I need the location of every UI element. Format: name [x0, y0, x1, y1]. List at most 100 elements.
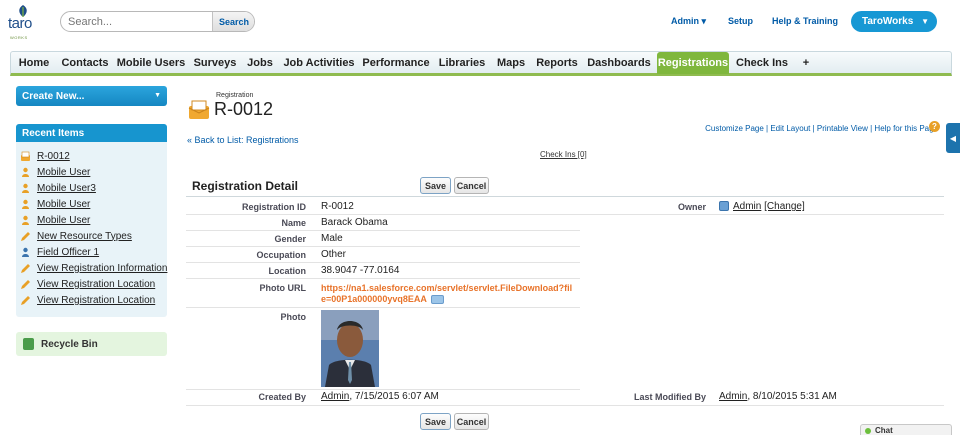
logo-tagline: WORKS: [10, 35, 28, 40]
recycle-bin-icon: [23, 338, 34, 350]
pencil-icon: [20, 231, 31, 242]
recent-item[interactable]: Mobile User3: [20, 181, 96, 195]
tab-add[interactable]: +: [793, 52, 819, 74]
field-label-photo-url: Photo URL: [259, 283, 307, 293]
recent-item-label[interactable]: Mobile User3: [37, 183, 96, 194]
chevron-down-icon: ▼: [154, 92, 161, 99]
recent-item[interactable]: Mobile User: [20, 165, 90, 179]
sidebar-toggle-icon[interactable]: ◀: [946, 123, 960, 153]
owner-link[interactable]: Admin: [733, 201, 761, 212]
recent-item-label[interactable]: View Registration Location: [37, 279, 155, 290]
chat-widget[interactable]: Chat: [860, 424, 952, 435]
related-list-link-check-ins[interactable]: Check Ins [0]: [540, 150, 587, 159]
save-button[interactable]: Save: [420, 177, 451, 194]
portrait-image: [321, 310, 379, 387]
cancel-button-bottom[interactable]: Cancel: [454, 413, 489, 430]
chat-label: Chat: [875, 426, 893, 435]
registration-icon: [20, 151, 31, 162]
chevron-down-icon: ▾: [701, 16, 707, 26]
field-value-gender: Male: [321, 233, 343, 244]
mobile-user-icon: [20, 183, 31, 194]
person-icon: [20, 247, 31, 258]
recent-item-label[interactable]: R-0012: [37, 151, 70, 162]
recent-item-label[interactable]: View Registration Information: [37, 263, 167, 274]
field-value-registration-id: R-0012: [321, 201, 354, 212]
search-input[interactable]: [61, 12, 212, 31]
tab-maps[interactable]: Maps: [491, 52, 531, 74]
tab-libraries[interactable]: Libraries: [433, 52, 491, 74]
recent-item[interactable]: Mobile User: [20, 213, 90, 227]
field-label-gender: Gender: [274, 234, 306, 244]
recycle-bin-link[interactable]: Recycle Bin: [16, 332, 167, 356]
created-by-date: , 7/15/2015 6:07 AM: [349, 391, 439, 402]
field-label-created-by: Created By: [258, 392, 306, 402]
registration-photo: [321, 310, 379, 387]
save-button-bottom[interactable]: Save: [420, 413, 451, 430]
recent-item-label[interactable]: Mobile User: [37, 167, 90, 178]
divider: [186, 196, 944, 197]
field-label-last-modified-by: Last Modified By: [633, 392, 706, 402]
recent-items-panel: Recent Items R-0012 Mobile User Mobile Use…: [16, 124, 167, 317]
tab-performance[interactable]: Performance: [359, 52, 433, 74]
tab-surveys[interactable]: Surveys: [189, 52, 241, 74]
create-new-button[interactable]: Create New... ▼: [16, 86, 167, 106]
taroworks-logo[interactable]: taro WORKS: [8, 4, 38, 42]
recent-item-label[interactable]: Mobile User: [37, 215, 90, 226]
recent-item[interactable]: Field Officer 1: [20, 245, 99, 259]
pencil-icon: [20, 279, 31, 290]
recent-item[interactable]: R-0012: [20, 149, 70, 163]
divider: [186, 389, 580, 390]
chevron-down-icon: ▼: [921, 17, 929, 26]
tab-home[interactable]: Home: [11, 52, 57, 74]
section-title: Registration Detail: [192, 179, 299, 193]
field-label-occupation: Occupation: [256, 250, 306, 260]
modified-by-user-link[interactable]: Admin: [719, 391, 747, 402]
photo-url-text: https://na1.salesforce.com/servlet/servl…: [321, 283, 573, 304]
app-menu-button[interactable]: TaroWorks ▼: [851, 11, 937, 32]
pencil-icon: [20, 295, 31, 306]
field-label-registration-id: Registration ID: [241, 202, 306, 212]
field-value-location: 38.9047 -77.0164: [321, 265, 400, 276]
user-menu[interactable]: Admin ▾: [671, 16, 706, 27]
recent-items-title: Recent Items: [16, 124, 167, 142]
tab-dashboards[interactable]: Dashboards: [583, 52, 655, 74]
photo-url-link[interactable]: https://na1.salesforce.com/servlet/servl…: [321, 283, 576, 305]
recent-item-label[interactable]: View Registration Location: [37, 295, 155, 306]
field-label-name: Name: [281, 218, 306, 228]
field-label-photo: Photo: [280, 312, 307, 322]
page-title: R-0012: [214, 99, 274, 119]
recent-item-label[interactable]: New Resource Types: [37, 231, 132, 242]
recent-item[interactable]: View Registration Location: [20, 293, 155, 307]
status-dot-icon: [865, 428, 871, 434]
divider: [186, 246, 580, 247]
created-by-user-link[interactable]: Admin: [321, 391, 349, 402]
tab-registrations[interactable]: Registrations: [657, 52, 729, 74]
tab-jobs[interactable]: Jobs: [241, 52, 279, 74]
recent-item[interactable]: View Registration Location: [20, 277, 155, 291]
help-training-link[interactable]: Help & Training: [772, 16, 838, 26]
tab-contacts[interactable]: Contacts: [57, 52, 113, 74]
tab-reports[interactable]: Reports: [531, 52, 583, 74]
cancel-button[interactable]: Cancel: [454, 177, 489, 194]
setup-link[interactable]: Setup: [728, 16, 753, 26]
tab-job-activities[interactable]: Job Activities: [279, 52, 359, 74]
back-to-list-link[interactable]: « Back to List: Registrations: [187, 135, 299, 145]
page-actions-links[interactable]: Customize Page | Edit Layout | Printable…: [705, 124, 938, 133]
tab-mobile-users[interactable]: Mobile Users: [113, 52, 189, 74]
divider: [186, 262, 580, 263]
field-value-name: Barack Obama: [321, 217, 388, 228]
change-owner-link[interactable]: [Change]: [764, 201, 805, 212]
header-bar: taro WORKS Search Admin ▾ Setup Help & T…: [0, 0, 960, 46]
recent-item[interactable]: View Registration Information: [20, 261, 167, 275]
field-value-last-modified-by: Admin, 8/10/2015 5:31 AM: [719, 391, 837, 402]
app-menu-label: TaroWorks: [862, 16, 914, 27]
recent-item[interactable]: Mobile User: [20, 197, 90, 211]
tab-check-ins[interactable]: Check Ins: [731, 52, 793, 74]
help-icon[interactable]: ?: [929, 121, 940, 132]
search-button[interactable]: Search: [212, 12, 254, 31]
recent-item[interactable]: New Resource Types: [20, 229, 132, 243]
recycle-bin-label: Recycle Bin: [41, 338, 98, 350]
divider: [186, 278, 580, 279]
recent-item-label[interactable]: Field Officer 1: [37, 247, 99, 258]
recent-item-label[interactable]: Mobile User: [37, 199, 90, 210]
